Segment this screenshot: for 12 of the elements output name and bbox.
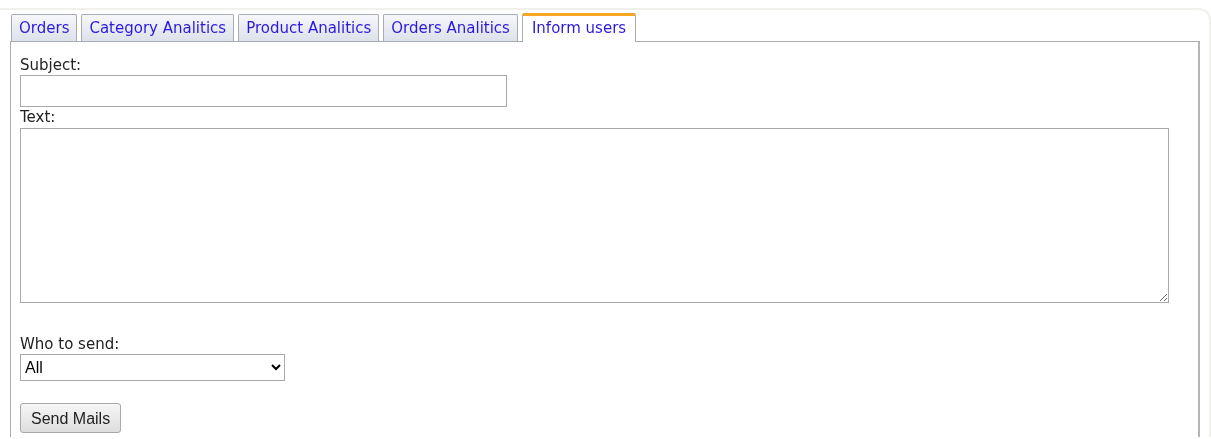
text-label: Text: bbox=[20, 107, 57, 127]
tab[interactable]: Inform users bbox=[521, 13, 637, 42]
subject-label: Subject: bbox=[20, 55, 83, 75]
tab[interactable]: Orders Analitics bbox=[383, 14, 518, 41]
recipients-label: Who to send: bbox=[20, 334, 121, 354]
tab[interactable]: Orders bbox=[11, 14, 78, 41]
recipients-dropdown[interactable]: All bbox=[20, 354, 285, 381]
tab[interactable]: Category Analitics bbox=[81, 14, 235, 41]
send-mails-button[interactable]: Send Mails bbox=[20, 403, 122, 433]
tab[interactable]: Product Analitics bbox=[238, 14, 380, 41]
subject-field[interactable] bbox=[20, 75, 507, 107]
text-field[interactable] bbox=[20, 128, 1169, 303]
